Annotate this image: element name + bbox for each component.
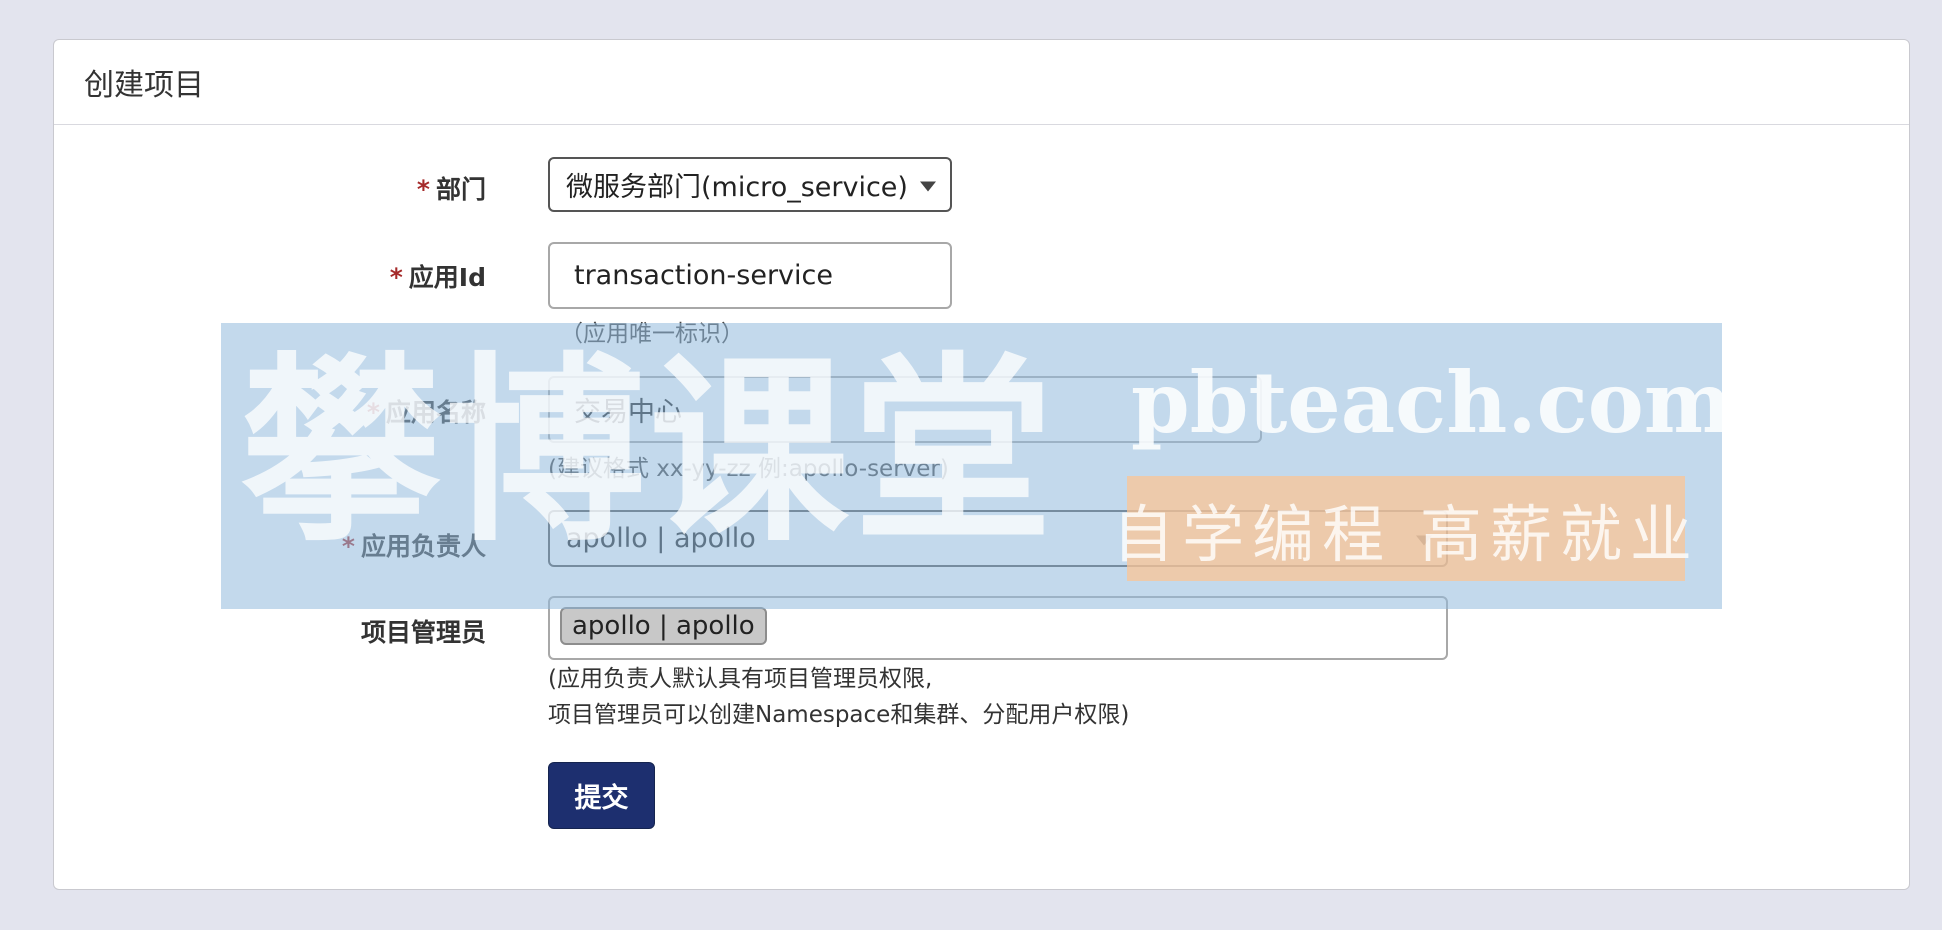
app-name-input-value: 交易中心 <box>574 397 682 428</box>
app-name-input[interactable]: 交易中心 <box>548 376 1262 443</box>
panel-title: 创建项目 <box>84 68 204 103</box>
admins-help: (应用负责人默认具有项目管理员权限, 项目管理员可以创建Namespace和集群… <box>548 661 1129 733</box>
owner-select[interactable]: apollo | apollo <box>548 510 1448 567</box>
admin-tag-label: apollo | apollo <box>572 611 755 641</box>
chevron-down-icon <box>1416 535 1432 545</box>
department-select-value: 微服务部门(micro_service) <box>566 172 908 203</box>
admins-label-text: 项目管理员 <box>360 618 486 647</box>
admins-help-line2: 项目管理员可以创建Namespace和集群、分配用户权限) <box>548 702 1130 728</box>
app-id-label: * 应用Id <box>300 258 486 294</box>
submit-button[interactable]: 提交 <box>548 762 655 829</box>
panel-header: 创建项目 <box>54 40 1909 125</box>
create-project-panel: 创建项目 <box>53 39 1910 890</box>
admins-label: 项目管理员 <box>300 613 486 649</box>
app-id-help: （应用唯一标识） <box>560 321 744 347</box>
owner-select-value: apollo | apollo <box>566 523 756 554</box>
app-id-label-text: 应用Id <box>408 263 486 292</box>
admins-help-line1: (应用负责人默认具有项目管理员权限, <box>548 666 933 692</box>
owner-label-text: 应用负责人 <box>360 532 486 561</box>
app-name-label: * 应用名称 <box>300 393 486 429</box>
app-id-input-value: transaction-service <box>574 260 833 291</box>
admins-multiselect[interactable]: apollo | apollo <box>548 596 1448 660</box>
app-name-help: (建议格式 xx-yy-zz 例:apollo-server) <box>548 456 949 482</box>
app-id-input[interactable]: transaction-service <box>548 242 952 309</box>
owner-label: * 应用负责人 <box>300 527 486 563</box>
department-label-text: 部门 <box>435 175 486 204</box>
required-mark: * <box>366 398 380 427</box>
department-select[interactable]: 微服务部门(micro_service) <box>548 157 952 212</box>
department-label: * 部门 <box>300 170 486 206</box>
admin-tag[interactable]: apollo | apollo <box>560 607 767 645</box>
required-mark: * <box>341 532 355 561</box>
chevron-down-icon <box>920 181 936 191</box>
app-name-label-text: 应用名称 <box>385 398 486 427</box>
required-mark: * <box>416 175 430 204</box>
required-mark: * <box>389 263 403 292</box>
